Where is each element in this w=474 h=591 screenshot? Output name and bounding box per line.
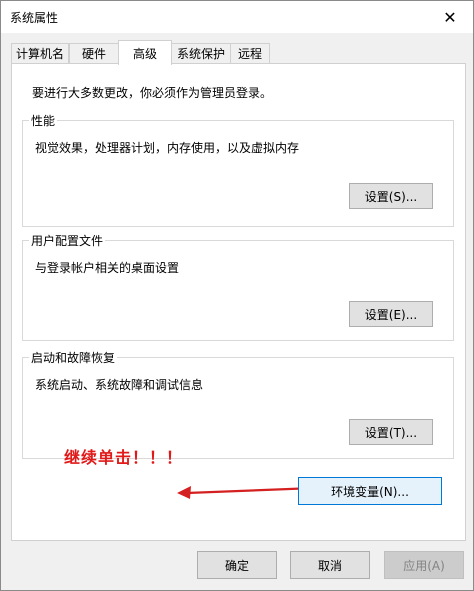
environment-variables-button[interactable]: 环境变量(N)... [298,477,442,505]
close-icon: ✕ [443,7,457,27]
system-properties-window: 系统属性 ✕ 计算机名 硬件 高级 系统保护 远程 要进行大多数更改，你必须作为… [0,0,474,591]
tab-system-protection[interactable]: 系统保护 [171,43,231,63]
performance-group: 性能 视觉效果，处理器计划，内存使用，以及虚拟内存 设置(S)... [22,112,454,227]
performance-description: 视觉效果，处理器计划，内存使用，以及虚拟内存 [35,141,300,155]
startup-recovery-legend: 启动和故障恢复 [29,349,118,366]
admin-notice: 要进行大多数更改，你必须作为管理员登录。 [32,86,273,100]
user-profiles-group: 用户配置文件 与登录帐户相关的桌面设置 设置(E)... [22,232,454,341]
close-button[interactable]: ✕ [427,1,473,33]
window-title: 系统属性 [10,11,59,25]
cancel-button[interactable]: 取消 [290,551,370,579]
tab-advanced[interactable]: 高级 [118,40,172,65]
tab-strip: 计算机名 硬件 高级 系统保护 远程 [11,40,466,65]
startup-recovery-description: 系统启动、系统故障和调试信息 [35,378,204,392]
title-bar: 系统属性 ✕ [1,1,473,33]
ok-button[interactable]: 确定 [197,551,277,579]
performance-legend: 性能 [29,112,58,129]
advanced-tab-panel: 要进行大多数更改，你必须作为管理员登录。 性能 视觉效果，处理器计划，内存使用，… [11,63,466,541]
startup-recovery-settings-button[interactable]: 设置(T)... [349,419,433,445]
user-profiles-legend: 用户配置文件 [29,232,106,249]
performance-settings-button[interactable]: 设置(S)... [349,183,433,209]
apply-button[interactable]: 应用(A) [384,551,464,579]
tab-computer-name[interactable]: 计算机名 [11,43,69,63]
annotation-text: 继续单击！！！ [64,448,184,467]
tab-hardware[interactable]: 硬件 [69,43,119,63]
tab-remote[interactable]: 远程 [230,43,270,63]
arrow-left-icon [177,486,316,499]
user-profiles-settings-button[interactable]: 设置(E)... [349,301,433,327]
user-profiles-description: 与登录帐户相关的桌面设置 [35,261,180,275]
